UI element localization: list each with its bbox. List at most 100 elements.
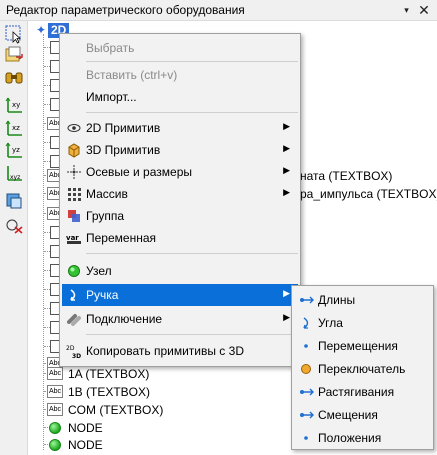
svg-text:yz: yz (12, 146, 20, 154)
tree-item-label: 1B (TEXTBOX) (68, 385, 151, 399)
axis-yz-icon[interactable]: yz (4, 140, 24, 160)
menu-item-label: Выбрать (86, 41, 135, 55)
menu-item-node[interactable]: Узел (62, 260, 298, 282)
close-icon[interactable]: ✕ (416, 2, 432, 18)
menu-item-label: Вставить (ctrl+v) (86, 68, 178, 82)
tree-item-label: ра_импульса (TEXTBOX) (300, 187, 437, 201)
window-title: Редактор параметрического оборудования (6, 3, 245, 17)
left-toolbar: xy xz yz xyz (0, 21, 28, 455)
view3d-icon[interactable] (4, 191, 24, 211)
menu-item-label: Переменная (86, 231, 156, 245)
svg-text:xz: xz (12, 124, 20, 132)
root-star-icon: ✦ (36, 23, 47, 37)
tree-item-label: ната (TEXTBOX) (300, 169, 393, 183)
svg-text:var: var (66, 234, 79, 242)
menu-item-label: Узел (86, 264, 112, 278)
menu-item-label: Ручка (86, 288, 119, 302)
cube-icon (66, 142, 82, 158)
menu-item-connection[interactable]: Подключение ▶ (62, 308, 298, 330)
arrow-right-icon (299, 408, 315, 422)
menu-item-label: Подключение (86, 312, 163, 326)
variable-icon: var (66, 230, 82, 246)
small-dot-icon (299, 431, 315, 445)
axis-xz-icon[interactable]: xz (4, 118, 24, 138)
orange-dot-icon (299, 362, 315, 376)
submenu-arrow-icon: ▶ (283, 143, 290, 153)
axes-icon (66, 164, 82, 180)
arrow-right-icon (299, 385, 315, 399)
arrow-right-icon (299, 293, 315, 307)
submenu-arrow-icon: ▶ (283, 288, 290, 298)
submenu-item-label: Перемещения (318, 339, 398, 353)
textbox-icon: Abc (47, 367, 63, 380)
import-icon[interactable] (4, 45, 24, 65)
angle-arrow-icon (299, 316, 315, 330)
axis-xyz-icon[interactable]: xyz (4, 163, 24, 183)
menu-item-group[interactable]: Группа (62, 205, 298, 227)
submenu-item-label: Длины (318, 293, 356, 307)
submenu-arrow-icon: ▶ (283, 121, 290, 131)
context-menu: Выбрать Вставить (ctrl+v) Импорт... 2D П… (59, 33, 301, 367)
menu-item-3d-primitive[interactable]: 3D Примитив ▶ (62, 139, 298, 161)
menu-item-label: 3D Примитив (86, 143, 161, 157)
submenu-arrow-icon: ▶ (283, 312, 290, 322)
submenu-item-label: Переключатель (318, 362, 406, 376)
submenu-item-switch[interactable]: Переключатель (294, 358, 433, 380)
svg-text:2D: 2D (66, 345, 75, 352)
menu-item-label: Группа (86, 209, 125, 223)
menu-separator (86, 334, 298, 335)
textbox-icon: Abc (47, 385, 63, 398)
menu-item-2d-primitive[interactable]: 2D Примитив ▶ (62, 117, 298, 139)
menu-item-label: Импорт... (86, 90, 137, 104)
chain-icon (66, 311, 82, 327)
menu-item-handle[interactable]: Ручка ▶ (62, 284, 298, 306)
menu-item-label: Осевые и размеры (86, 165, 192, 179)
submenu-item-lengths[interactable]: Длины (294, 289, 433, 311)
array-icon (66, 186, 82, 202)
menu-item-import[interactable]: Импорт... (62, 86, 298, 108)
menu-item-label: 2D Примитив (86, 121, 161, 135)
submenu-item-angle[interactable]: Угла (294, 312, 433, 334)
svg-text:xyz: xyz (10, 174, 20, 181)
node-icon (49, 422, 61, 434)
submenu-item-stretch[interactable]: Растягивания (294, 381, 433, 403)
menu-separator (86, 253, 298, 254)
menu-item-select[interactable]: Выбрать (62, 37, 298, 59)
menu-item-array[interactable]: Массив ▶ (62, 183, 298, 205)
axis-xy-icon[interactable]: xy (4, 95, 24, 115)
eye-icon (66, 120, 82, 136)
handle-submenu: Длины Угла Перемещения Переключатель Рас… (291, 285, 434, 450)
tree-item-label: NODE (68, 421, 103, 435)
node-icon (66, 263, 82, 279)
menu-item-copy-3d[interactable]: 2D 3D Копировать примитивы с 3D (62, 340, 298, 362)
menu-separator (86, 112, 298, 113)
node-icon (49, 439, 61, 451)
select-icon[interactable] (4, 24, 24, 44)
submenu-item-offset[interactable]: Смещения (294, 404, 433, 426)
menu-item-label: Копировать примитивы с 3D (86, 344, 244, 358)
group-icon (66, 208, 82, 224)
submenu-arrow-icon: ▶ (283, 187, 290, 197)
handle-icon (66, 287, 82, 303)
small-dot-icon (299, 339, 315, 353)
tree-item-label: COM (TEXTBOX) (68, 403, 164, 417)
menu-item-variable[interactable]: var Переменная (62, 227, 298, 249)
submenu-item-label: Положения (318, 431, 382, 445)
tree-item-label: NODE (68, 438, 103, 452)
svg-text:3D: 3D (72, 353, 81, 359)
menu-item-axes[interactable]: Осевые и размеры ▶ (62, 161, 298, 183)
submenu-item-position[interactable]: Положения (294, 427, 433, 449)
menu-item-paste[interactable]: Вставить (ctrl+v) (62, 64, 298, 86)
svg-text:xy: xy (12, 101, 20, 109)
clear-icon[interactable] (4, 215, 24, 235)
tree-item-label: 1A (TEXTBOX) (68, 367, 150, 381)
binoculars-icon[interactable] (4, 67, 24, 87)
menu-item-label: Массив (86, 187, 128, 201)
submenu-item-label: Угла (318, 316, 343, 330)
dropdown-icon[interactable]: ▾ (400, 4, 413, 17)
textbox-icon: Abc (47, 403, 63, 416)
menu-separator (86, 61, 298, 62)
submenu-item-movement[interactable]: Перемещения (294, 335, 433, 357)
submenu-arrow-icon: ▶ (283, 165, 290, 175)
title-bar: Редактор параметрического оборудования ▾… (0, 0, 437, 21)
